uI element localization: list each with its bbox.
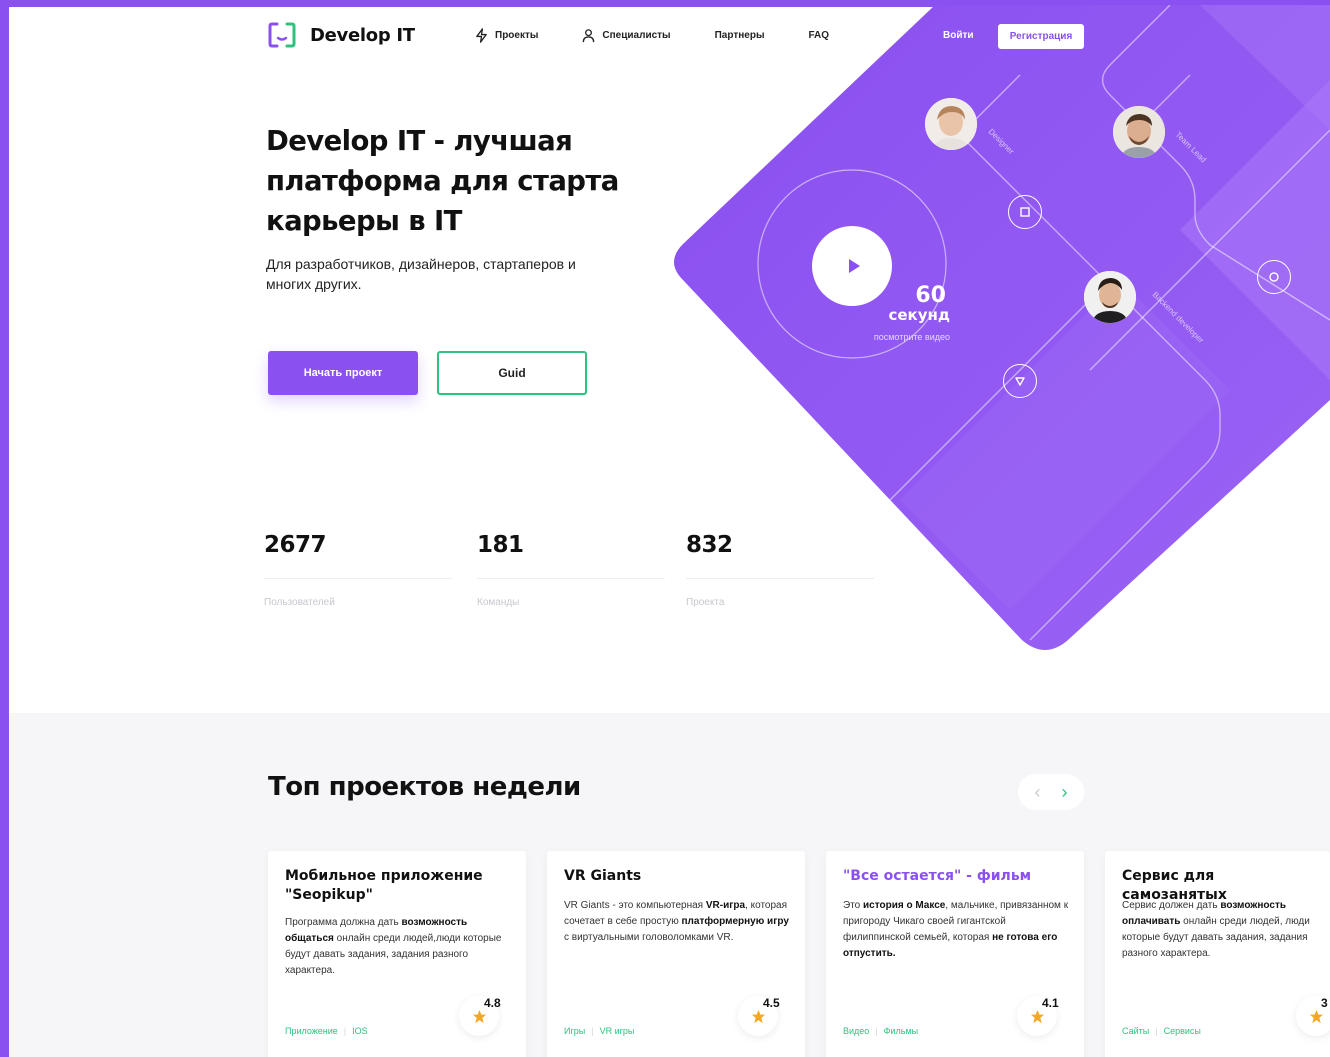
card-title: "Все остается" - фильм (843, 868, 1032, 884)
user-icon (583, 29, 595, 43)
hero-subtitle: Для разработчиков, дизайнеров, стартапер… (266, 256, 576, 292)
star-icon (1309, 1009, 1323, 1023)
card-tags: Игры | VR игры (564, 1026, 635, 1036)
nav-projects[interactable]: Проекты (474, 28, 538, 43)
left-border (0, 0, 9, 1057)
avatar-designer[interactable] (925, 98, 977, 150)
hero-title: Develop IT - лучшая платформа для старта… (266, 125, 619, 237)
star-icon (472, 1009, 486, 1023)
stat-users: 2677 Пользователей (264, 532, 452, 608)
guide-button[interactable]: Guid (437, 351, 587, 395)
card-tags: Приложение | IOS (285, 1026, 368, 1036)
person-avatar-icon (1113, 106, 1165, 158)
video-duration-unit: секунд (888, 306, 950, 324)
stat-projects: 832 Проекта (686, 532, 874, 608)
card-title: Мобильное приложение "Seopikup" (285, 868, 483, 903)
video-duration-number: 60 (915, 283, 946, 308)
tag-link[interactable]: VR игры (600, 1026, 635, 1036)
section-title: Топ проектов недели (268, 772, 581, 802)
brand-name: Develop IT (310, 24, 415, 46)
rating-value: 4.1 (1042, 996, 1059, 1010)
play-video-button[interactable] (812, 226, 892, 306)
card-description: Это история о Максе, мальчике, привязанн… (843, 900, 1069, 959)
tag-link[interactable]: Приложение (285, 1026, 338, 1036)
register-button[interactable]: Регистрация (998, 24, 1084, 49)
tag-link[interactable]: IOS (352, 1026, 368, 1036)
tag-link[interactable]: Сервисы (1164, 1026, 1201, 1036)
stat-divider (477, 578, 665, 579)
circle-icon (1269, 272, 1279, 282)
project-card[interactable]: Сервис для самозанятых Сервис должен дат… (1105, 851, 1330, 1057)
card-tags: Сайты | Сервисы (1122, 1026, 1201, 1036)
lightning-icon (476, 28, 487, 43)
nav-faq-label: FAQ (808, 30, 830, 41)
person-avatar-icon (925, 98, 977, 150)
stat-label: Команды (477, 597, 520, 608)
stat-teams: 181 Команды (477, 532, 665, 608)
stat-value: 2677 (264, 532, 327, 558)
project-card[interactable]: VR Giants VR Giants - это компьютерная V… (547, 851, 805, 1057)
tag-link[interactable]: Видео (843, 1026, 869, 1036)
node-square[interactable] (1008, 195, 1042, 229)
triangle-icon (1015, 377, 1025, 386)
nav-specialists[interactable]: Специалисты (581, 28, 671, 43)
stat-divider (264, 578, 452, 579)
start-project-button[interactable]: Начать проект (268, 351, 418, 395)
play-icon (849, 259, 860, 273)
logo-icon (268, 22, 296, 48)
project-card[interactable]: Мобильное приложение "Seopikup" Программ… (268, 851, 526, 1057)
stat-divider (686, 578, 874, 579)
node-circle[interactable] (1257, 260, 1291, 294)
stat-label: Проекта (686, 597, 725, 608)
nav-specialists-label: Специалисты (602, 30, 671, 41)
tag-link[interactable]: Фильмы (884, 1026, 918, 1036)
carousel-prev-arrow-icon[interactable]: ‹ (1035, 783, 1041, 801)
tag-link[interactable]: Игры (564, 1026, 585, 1036)
card-description: Программа должна дать возможность общать… (285, 917, 502, 976)
rating-value: 4.8 (484, 996, 501, 1010)
nav-projects-label: Проекты (495, 30, 539, 41)
card-description: VR Giants - это компьютерная VR-игра, ко… (564, 900, 789, 943)
video-hint: посмотрите видео (873, 332, 950, 342)
card-tags: Видео | Фильмы (843, 1026, 919, 1036)
card-title: VR Giants (564, 868, 642, 884)
card-description: Сервис должен дать возможность оплачиват… (1122, 900, 1310, 959)
stat-label: Пользователей (264, 597, 335, 608)
stat-value: 832 (686, 532, 733, 558)
logo[interactable]: Develop IT (268, 22, 415, 48)
avatar-team-lead[interactable] (1113, 106, 1165, 158)
carousel-next-arrow-icon[interactable]: › (1062, 783, 1068, 801)
main-nav: Проекты Специалисты Партнеры FAQ (474, 28, 829, 43)
nav-partners-label: Партнеры (714, 30, 765, 41)
nav-faq[interactable]: FAQ (808, 30, 829, 41)
avatar-backend[interactable] (1084, 271, 1136, 323)
square-icon (1020, 207, 1030, 217)
carousel-controls: ‹ › (1018, 774, 1084, 810)
nav-partners[interactable]: Партнеры (715, 30, 765, 41)
node-triangle[interactable] (1003, 364, 1037, 398)
login-link[interactable]: Войти (943, 30, 974, 41)
person-avatar-icon (1084, 271, 1136, 323)
project-card[interactable]: "Все остается" - фильм Это история о Мак… (826, 851, 1084, 1057)
star-icon (1030, 1009, 1044, 1023)
rating-value: 3 (1321, 996, 1328, 1010)
rating-value: 4.5 (763, 996, 780, 1010)
tag-link[interactable]: Сайты (1122, 1026, 1149, 1036)
star-icon (751, 1009, 765, 1023)
stat-value: 181 (477, 532, 524, 558)
